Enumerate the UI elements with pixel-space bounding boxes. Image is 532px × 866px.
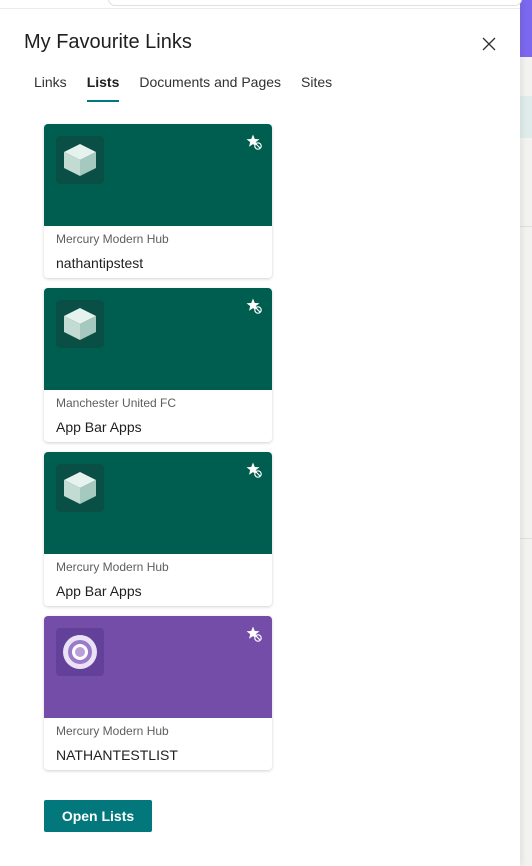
panel-top-edge bbox=[0, 0, 522, 9]
card-site-name: Manchester United FC bbox=[56, 396, 177, 410]
favourite-links-panel: My Favourite Links Links Lists Documents… bbox=[0, 0, 522, 866]
open-lists-button[interactable]: Open Lists bbox=[44, 800, 152, 832]
tab-sites[interactable]: Sites bbox=[291, 70, 342, 102]
background-divider bbox=[520, 538, 532, 539]
background-page bbox=[520, 0, 532, 866]
tab-lists[interactable]: Lists bbox=[77, 70, 130, 102]
card-list-name[interactable]: NATHANTESTLIST bbox=[56, 747, 178, 763]
card-site-name: Mercury Modern Hub bbox=[56, 724, 169, 738]
tab-bar: Links Lists Documents and Pages Sites bbox=[24, 70, 342, 102]
card-site-name: Mercury Modern Hub bbox=[56, 560, 169, 574]
cube-icon bbox=[56, 300, 104, 348]
background-divider bbox=[520, 226, 532, 227]
list-card[interactable]: Manchester United FC App Bar Apps bbox=[44, 288, 272, 442]
cube-icon bbox=[56, 136, 104, 184]
close-icon bbox=[482, 37, 496, 51]
background-band bbox=[520, 96, 532, 138]
card-list-name[interactable]: App Bar Apps bbox=[56, 419, 142, 435]
cube-icon bbox=[56, 464, 104, 512]
background-header-bar bbox=[520, 0, 532, 57]
favourite-star-icon[interactable] bbox=[246, 134, 262, 150]
favourite-star-icon[interactable] bbox=[246, 298, 262, 314]
favourite-star-icon[interactable] bbox=[246, 462, 262, 478]
tab-links[interactable]: Links bbox=[24, 70, 77, 102]
card-banner bbox=[44, 452, 272, 554]
card-banner bbox=[44, 124, 272, 226]
tab-documents-and-pages[interactable]: Documents and Pages bbox=[129, 70, 291, 102]
list-card[interactable]: Mercury Modern Hub App Bar Apps bbox=[44, 452, 272, 606]
card-list-name[interactable]: nathantipstest bbox=[56, 255, 143, 271]
panel-title: My Favourite Links bbox=[24, 31, 192, 53]
favourite-star-icon[interactable] bbox=[246, 626, 262, 642]
lists-card-grid: Mercury Modern Hub nathantipstest Manche… bbox=[44, 124, 272, 780]
card-banner bbox=[44, 288, 272, 390]
card-list-name[interactable]: App Bar Apps bbox=[56, 583, 142, 599]
search-box-edge bbox=[108, 0, 522, 6]
list-card[interactable]: Mercury Modern Hub nathantipstest bbox=[44, 124, 272, 278]
close-button[interactable] bbox=[478, 33, 500, 55]
card-banner bbox=[44, 616, 272, 718]
target-icon bbox=[56, 628, 104, 676]
card-site-name: Mercury Modern Hub bbox=[56, 232, 169, 246]
list-card[interactable]: Mercury Modern Hub NATHANTESTLIST bbox=[44, 616, 272, 770]
